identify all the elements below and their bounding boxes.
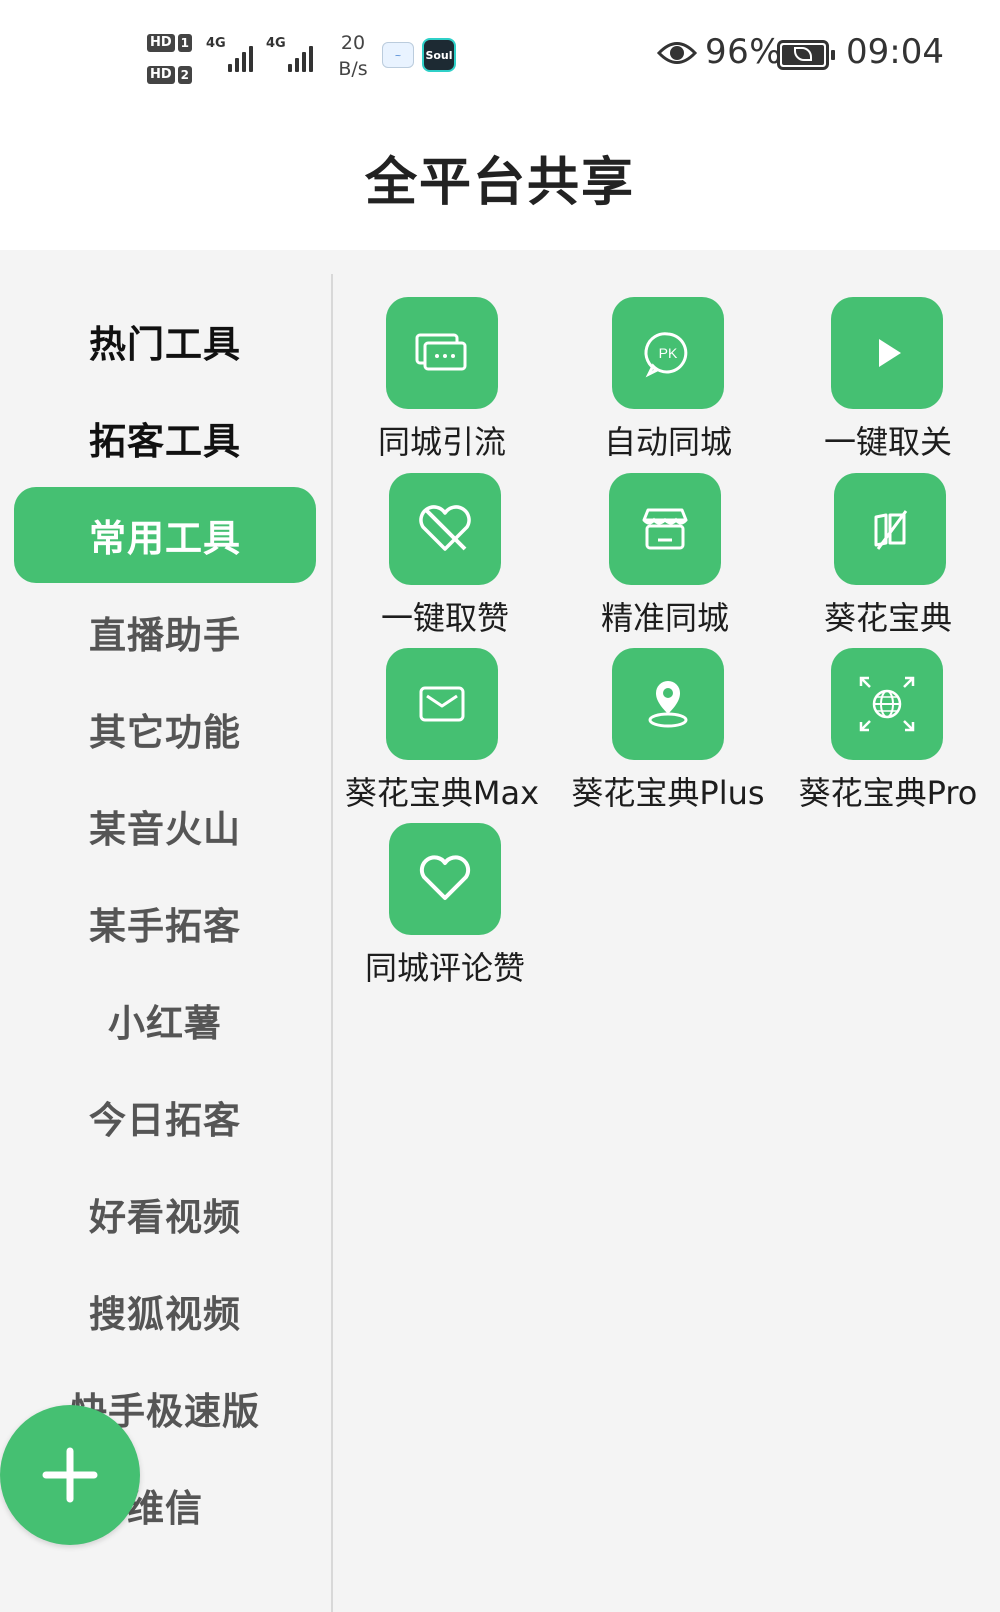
- battery-percent: 96%: [705, 32, 783, 72]
- book-icon: [874, 510, 908, 550]
- tool-label: 葵花宝典Pro: [798, 774, 978, 812]
- pk-icon: PK: [644, 332, 688, 378]
- soul-app-icon: Soul: [422, 38, 456, 72]
- globe-expand-icon: [859, 676, 915, 732]
- tool-tile[interactable]: [609, 473, 721, 585]
- app-notification-icon: ~: [382, 42, 414, 68]
- tool-label: 同城评论赞: [364, 949, 525, 987]
- sidebar-item-common-tools[interactable]: 常用工具: [14, 487, 316, 583]
- mail-icon: [419, 686, 465, 722]
- tool-label: 一键取关: [823, 423, 952, 461]
- network-speed: 20 B/s: [332, 30, 374, 82]
- plus-icon: [42, 1447, 98, 1503]
- sidebar-divider: [331, 274, 333, 1612]
- sidebar-item-xiaohongshu[interactable]: 小红薯: [14, 972, 316, 1068]
- sidebar-item-haokan[interactable]: 好看视频: [14, 1166, 316, 1262]
- tool-label: 精准同城: [600, 599, 729, 637]
- broken-heart-icon: [419, 505, 471, 551]
- heart-icon: [419, 855, 471, 900]
- battery-icon: [777, 40, 835, 70]
- tool-label: 一键取赞: [380, 599, 509, 637]
- network-speed-value: 20: [340, 32, 366, 54]
- tool-label: 同城引流: [377, 423, 506, 461]
- sidebar-item-douyin-huoshan[interactable]: 某音火山: [14, 778, 316, 874]
- tool-tile[interactable]: [389, 823, 501, 935]
- page-title: 全平台共享: [364, 153, 635, 213]
- sidebar-item-toutiao[interactable]: 今日拓客: [14, 1069, 316, 1165]
- play-icon: [879, 339, 901, 367]
- tool-kuihua-plus[interactable]: 葵花宝典Plus: [558, 648, 778, 818]
- tool-tile[interactable]: [831, 648, 943, 760]
- tool-tile[interactable]: [831, 297, 943, 409]
- main-panel: 热门工具 拓客工具 常用工具 直播助手 其它功能 某音火山 某手拓客 小红薯 今…: [0, 250, 1000, 1612]
- sim-indicators: HD 1 HD 2: [147, 30, 195, 94]
- tool-one-click-unfollow[interactable]: 一键取关: [778, 297, 998, 467]
- tool-label: 葵花宝典: [823, 599, 952, 637]
- signal-icon-2: 4G: [266, 36, 313, 72]
- sim-2-badge: 2: [177, 66, 193, 84]
- svg-text:PK: PK: [659, 345, 678, 361]
- tool-tile[interactable]: [389, 473, 501, 585]
- tool-kuihua-max[interactable]: 葵花宝典Max: [332, 648, 552, 818]
- tool-auto-same-city[interactable]: PK 自动同城: [558, 297, 778, 467]
- sidebar-item-lead-tools[interactable]: 拓客工具: [14, 390, 316, 486]
- tool-one-click-unlike[interactable]: 一键取赞: [335, 473, 555, 643]
- sidebar-item-live-assistant[interactable]: 直播助手: [14, 584, 316, 680]
- sim-1-badge: 1: [177, 34, 193, 52]
- tool-tile[interactable]: [612, 648, 724, 760]
- clock: 09:04: [846, 32, 944, 72]
- sidebar-item-hot-tools[interactable]: 热门工具: [14, 293, 316, 389]
- hd-badge-1: HD: [147, 34, 175, 52]
- network-speed-unit: B/s: [338, 58, 368, 80]
- hd-badge-2: HD: [147, 66, 175, 84]
- location-pin-icon: [648, 681, 688, 728]
- sidebar-item-other-functions[interactable]: 其它功能: [14, 681, 316, 777]
- tool-tile[interactable]: [834, 473, 946, 585]
- status-bar: HD 1 HD 2 4G 4G 20 B/s ~ Soul 96% 09:04: [0, 0, 1000, 115]
- sidebar-item-kuaishou[interactable]: 某手拓客: [14, 875, 316, 971]
- network-type-1: 4G: [206, 36, 226, 51]
- tool-same-city-comment-like[interactable]: 同城评论赞: [335, 823, 555, 993]
- network-type-2: 4G: [266, 36, 286, 51]
- tool-label: 自动同城: [603, 423, 732, 461]
- tool-tile[interactable]: [386, 648, 498, 760]
- tool-kuihua-baodian[interactable]: 葵花宝典: [778, 473, 998, 643]
- tool-tile[interactable]: PK: [612, 297, 724, 409]
- chat-bubbles-icon: [415, 333, 467, 371]
- store-icon: [642, 508, 688, 550]
- tool-tile[interactable]: [386, 297, 498, 409]
- tool-same-city-traffic[interactable]: 同城引流: [332, 297, 552, 467]
- add-button[interactable]: [0, 1405, 140, 1545]
- tool-label: 葵花宝典Max: [344, 774, 540, 812]
- eye-icon: [657, 42, 697, 64]
- signal-icon-1: 4G: [206, 36, 253, 72]
- tool-precise-same-city[interactable]: 精准同城: [555, 473, 775, 643]
- tool-kuihua-pro[interactable]: 葵花宝典Pro: [778, 648, 998, 818]
- sidebar-item-sohu[interactable]: 搜狐视频: [14, 1263, 316, 1359]
- tool-label: 葵花宝典Plus: [571, 774, 765, 812]
